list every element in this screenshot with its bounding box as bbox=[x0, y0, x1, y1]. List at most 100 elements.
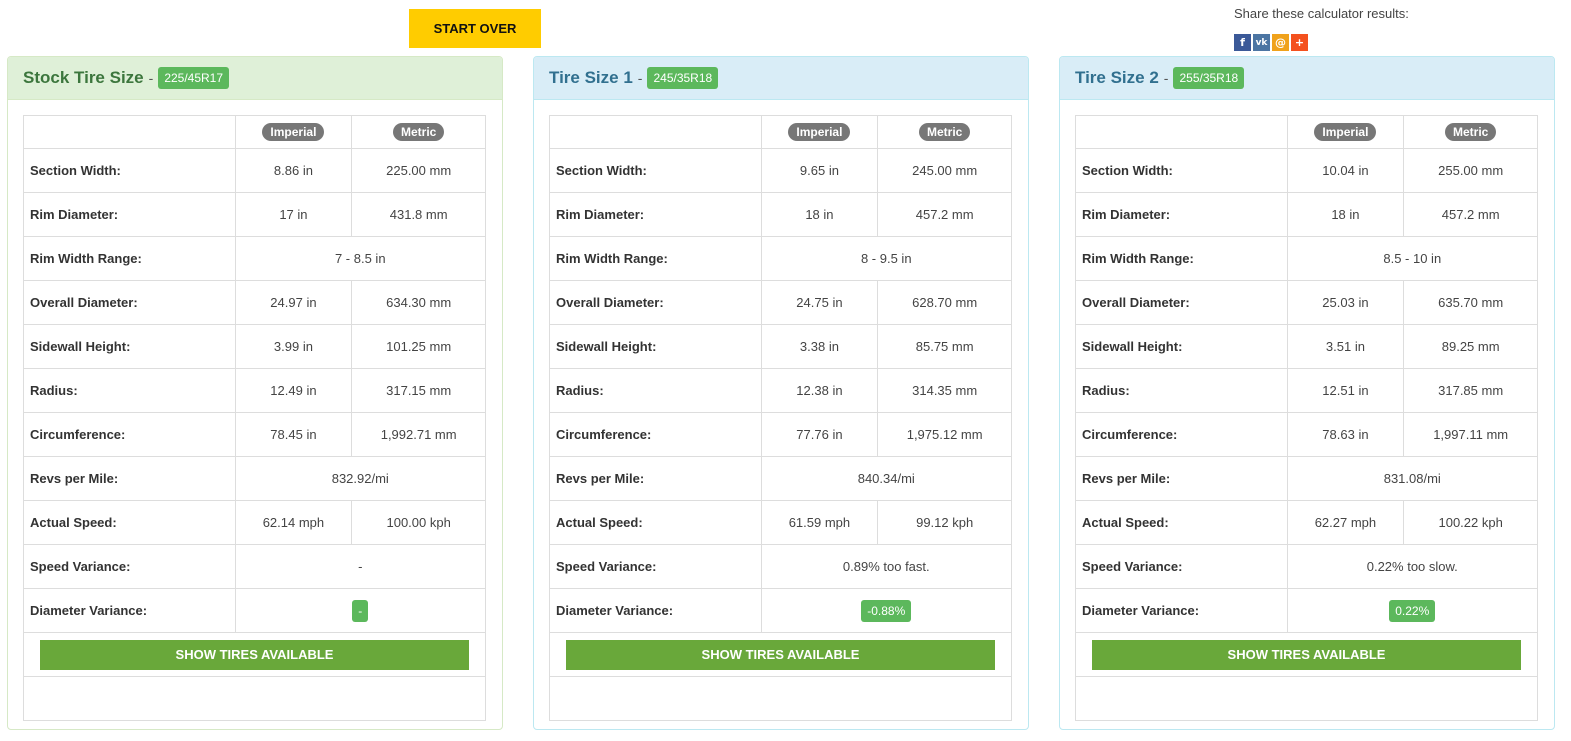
tire-size-badge: 225/45R17 bbox=[158, 67, 230, 89]
row-actual-speed: Actual Speed: 62.14 mph 100.00 kph bbox=[23, 500, 486, 545]
imperial-value: 12.49 in bbox=[234, 368, 353, 413]
row-label: Radius: bbox=[549, 368, 762, 413]
row-label: Overall Diameter: bbox=[549, 280, 762, 325]
imperial-value: 24.97 in bbox=[234, 280, 353, 325]
metric-value: 431.8 mm bbox=[351, 192, 486, 237]
row-label: Circumference: bbox=[1075, 412, 1288, 457]
specs-table: Imperial Metric Section Width: 9.65 in 245.0… bbox=[549, 115, 1013, 721]
row-radius: Radius: 12.38 in 314.35 mm bbox=[549, 368, 1012, 413]
imperial-value: 78.63 in bbox=[1286, 412, 1405, 457]
imperial-value: 10.04 in bbox=[1286, 148, 1405, 193]
diameter-variance-cell: -0.88% bbox=[760, 588, 1013, 633]
row-label: Speed Variance: bbox=[23, 544, 236, 589]
footer-cell bbox=[23, 676, 486, 721]
combined-value: 8 - 9.5 in bbox=[760, 236, 1013, 281]
panel-header: Stock Tire Size -225/45R17 bbox=[8, 57, 502, 100]
metric-value: 457.2 mm bbox=[877, 192, 1012, 237]
imperial-value: 62.27 mph bbox=[1286, 500, 1405, 545]
row-label: Overall Diameter: bbox=[23, 280, 236, 325]
row-circumference: Circumference: 78.45 in 1,992.71 mm bbox=[23, 412, 486, 457]
metric-value: 1,975.12 mm bbox=[877, 412, 1012, 457]
facebook-icon[interactable]: f bbox=[1234, 34, 1251, 51]
combined-value: 832.92/mi bbox=[234, 456, 487, 501]
row-diameter-variance: Diameter Variance: 0.22% bbox=[1075, 588, 1539, 633]
imperial-header: Imperial bbox=[760, 115, 879, 149]
row-rim-width-range: Rim Width Range: 8.5 - 10 in bbox=[1075, 236, 1539, 281]
plus-icon[interactable]: + bbox=[1291, 34, 1308, 51]
combined-value: 8.5 - 10 in bbox=[1286, 236, 1539, 281]
button-row: SHOW TIRES AVAILABLE bbox=[1075, 632, 1538, 677]
metric-value: 457.2 mm bbox=[1403, 192, 1538, 237]
button-cell: SHOW TIRES AVAILABLE bbox=[1075, 632, 1538, 677]
share-icons: f vk @ + bbox=[1234, 34, 1409, 51]
row-section-width: Section Width: 8.86 in 225.00 mm bbox=[23, 148, 486, 193]
combined-value: - bbox=[234, 544, 487, 589]
row-label: Sidewall Height: bbox=[549, 324, 762, 369]
footer-cell bbox=[549, 676, 1012, 721]
row-actual-speed: Actual Speed: 62.27 mph 100.22 kph bbox=[1075, 500, 1538, 545]
row-label: Rim Diameter: bbox=[549, 192, 762, 237]
show-tires-button[interactable]: SHOW TIRES AVAILABLE bbox=[566, 639, 995, 670]
metric-value: 245.00 mm bbox=[877, 148, 1012, 193]
metric-value: 89.25 mm bbox=[1403, 324, 1538, 369]
row-label: Sidewall Height: bbox=[23, 324, 236, 369]
row-label: Actual Speed: bbox=[1075, 500, 1288, 545]
table-footer-row bbox=[1075, 676, 1538, 721]
tire-size-badge: 255/35R18 bbox=[1173, 67, 1245, 89]
row-sidewall-height: Sidewall Height: 3.38 in 85.75 mm bbox=[549, 324, 1012, 369]
row-section-width: Section Width: 9.65 in 245.00 mm bbox=[549, 148, 1012, 193]
row-label: Revs per Mile: bbox=[23, 456, 236, 501]
metric-value: 85.75 mm bbox=[877, 324, 1012, 369]
empty-header bbox=[549, 115, 762, 149]
combined-value: 840.34/mi bbox=[760, 456, 1013, 501]
row-label: Rim Width Range: bbox=[23, 236, 236, 281]
table-header-row: Imperial Metric bbox=[1075, 115, 1538, 149]
vk-icon[interactable]: vk bbox=[1253, 34, 1270, 51]
row-label: Rim Width Range: bbox=[549, 236, 762, 281]
diameter-variance-badge: 0.22% bbox=[1389, 599, 1436, 622]
imperial-value: 3.38 in bbox=[760, 324, 879, 369]
imperial-value: 8.86 in bbox=[234, 148, 353, 193]
row-radius: Radius: 12.51 in 317.85 mm bbox=[1075, 368, 1538, 413]
metric-value: 317.15 mm bbox=[351, 368, 486, 413]
start-over-button[interactable]: START OVER bbox=[409, 9, 541, 48]
row-rim-diameter: Rim Diameter: 17 in 431.8 mm bbox=[23, 192, 486, 237]
metric-value: 1,997.11 mm bbox=[1403, 412, 1538, 457]
empty-header bbox=[1075, 115, 1288, 149]
row-label: Section Width: bbox=[549, 148, 762, 193]
metric-header: Metric bbox=[1403, 115, 1538, 149]
row-label: Radius: bbox=[23, 368, 236, 413]
imperial-value: 61.59 mph bbox=[760, 500, 879, 545]
imperial-value: 3.51 in bbox=[1286, 324, 1405, 369]
table-footer-row bbox=[549, 676, 1012, 721]
metric-value: 100.22 kph bbox=[1403, 500, 1538, 545]
email-icon[interactable]: @ bbox=[1272, 34, 1289, 51]
metric-pill: Metric bbox=[1444, 123, 1497, 141]
show-tires-button[interactable]: SHOW TIRES AVAILABLE bbox=[40, 639, 469, 670]
show-tires-button[interactable]: SHOW TIRES AVAILABLE bbox=[1092, 639, 1521, 670]
panel-title: Tire Size 1 bbox=[549, 68, 633, 87]
button-row: SHOW TIRES AVAILABLE bbox=[549, 632, 1012, 677]
row-label: Rim Diameter: bbox=[1075, 192, 1288, 237]
metric-value: 635.70 mm bbox=[1403, 280, 1538, 325]
imperial-value: 17 in bbox=[234, 192, 353, 237]
row-label: Circumference: bbox=[23, 412, 236, 457]
row-speed-variance: Speed Variance: 0.22% too slow. bbox=[1075, 544, 1539, 589]
button-row: SHOW TIRES AVAILABLE bbox=[23, 632, 486, 677]
metric-header: Metric bbox=[877, 115, 1012, 149]
row-overall-diameter: Overall Diameter: 25.03 in 635.70 mm bbox=[1075, 280, 1538, 325]
table-header-row: Imperial Metric bbox=[549, 115, 1012, 149]
metric-value: 1,992.71 mm bbox=[351, 412, 486, 457]
imperial-value: 24.75 in bbox=[760, 280, 879, 325]
footer-cell bbox=[1075, 676, 1538, 721]
row-label: Revs per Mile: bbox=[1075, 456, 1288, 501]
diameter-variance-badge: - bbox=[352, 599, 369, 622]
metric-value: 225.00 mm bbox=[351, 148, 486, 193]
imperial-pill: Imperial bbox=[788, 123, 851, 141]
row-rim-diameter: Rim Diameter: 18 in 457.2 mm bbox=[549, 192, 1012, 237]
share-section: Share these calculator results: f vk @ + bbox=[1234, 6, 1409, 51]
metric-pill: Metric bbox=[918, 123, 971, 141]
imperial-value: 12.51 in bbox=[1286, 368, 1405, 413]
combined-value: 7 - 8.5 in bbox=[234, 236, 487, 281]
row-revs-per-mile: Revs per Mile: 832.92/mi bbox=[23, 456, 487, 501]
